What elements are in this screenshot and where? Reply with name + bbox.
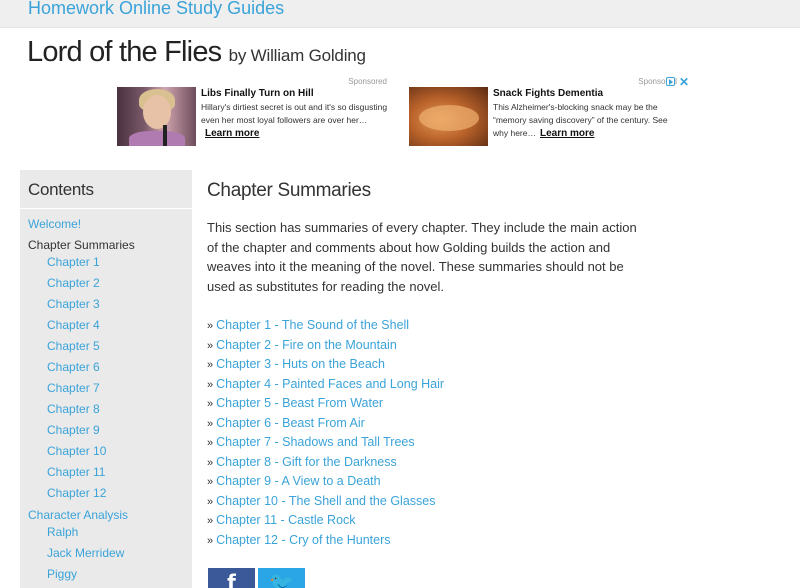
chapter-list-item: » Chapter 5 - Beast From Water [207,396,383,410]
page-title: Lord of the Flies by William Golding [27,36,366,69]
chapter-list-item: » Chapter 12 - Cry of the Hunters [207,533,391,547]
chapter-link-5[interactable]: Chapter 5 - Beast From Water [216,396,383,410]
ad-headline[interactable]: Snack Fights Dementia [493,88,603,99]
bullet-icon: » [207,456,214,469]
chapter-link-7[interactable]: Chapter 7 - Shadows and Tall Trees [216,435,415,449]
section-heading: Chapter Summaries [207,180,371,201]
chapter-list-item: » Chapter 8 - Gift for the Darkness [207,455,397,469]
chapter-link-1[interactable]: Chapter 1 - The Sound of the Shell [216,318,409,332]
sponsored-ad-2[interactable]: Sponsored ✕ Snack Fights Dementia This A… [409,75,689,147]
chapter-list-item: » Chapter 4 - Painted Faces and Long Hair [207,377,444,391]
chapter-list-item: » Chapter 3 - Huts on the Beach [207,357,385,371]
chapter-link-9[interactable]: Chapter 9 - A View to a Death [216,474,380,488]
bullet-icon: » [207,495,214,508]
sidebar-item-chapter-7[interactable]: Chapter 7 [47,381,100,395]
bullet-icon: » [207,398,214,410]
sidebar-item-chapter-6[interactable]: Chapter 6 [47,360,100,374]
chapter-link-3[interactable]: Chapter 3 - Huts on the Beach [216,357,385,371]
ad-body: Hillary's dirtiest secret is out and it'… [201,102,388,139]
sidebar-item-chapter-11[interactable]: Chapter 11 [47,465,105,479]
chapter-link-10[interactable]: Chapter 10 - The Shell and the Glasses [216,494,435,508]
contents-heading: Contents [28,180,94,199]
intro-paragraph: This section has summaries of every chap… [207,220,637,294]
sidebar-section-chapter-summaries: Chapter Summaries [28,238,135,252]
bullet-icon: » [207,339,214,352]
ad-body: This Alzheimer's-blocking snack may be t… [493,102,668,139]
bullet-icon: » [207,417,214,430]
contents-sidebar: Contents Welcome! Chapter Summaries Chap… [20,170,192,588]
twitter-share-button[interactable]: 🐦 [258,568,305,588]
site-title-link[interactable]: Homework Online Study Guides [28,0,284,19]
top-bar: Homework Online Study Guides [0,0,800,28]
sidebar-item-chapter-9[interactable]: Chapter 9 [47,423,100,437]
close-icon[interactable]: ✕ [679,75,689,89]
sidebar-item-chapter-2[interactable]: Chapter 2 [47,276,100,290]
sidebar-item-chapter-4[interactable]: Chapter 4 [47,318,100,332]
sidebar-item-chapter-12[interactable]: Chapter 12 [47,486,106,500]
chapter-link-2[interactable]: Chapter 2 - Fire on the Mountain [216,338,397,352]
sidebar-item-chapter-10[interactable]: Chapter 10 [47,444,106,458]
chapter-list-item: » Chapter 2 - Fire on the Mountain [207,338,397,352]
chapter-link-6[interactable]: Chapter 6 - Beast From Air [216,416,365,430]
twitter-icon: 🐦 [269,570,294,588]
bullet-icon: » [207,476,214,488]
sidebar-item-jack-merridew[interactable]: Jack Merridew [47,546,124,560]
book-author: by William Golding [228,46,366,65]
ad-image[interactable] [409,87,488,146]
ad-headline[interactable]: Libs Finally Turn on Hill [201,88,314,99]
facebook-icon: f [227,570,236,588]
sidebar-item-chapter-1[interactable]: Chapter 1 [47,255,100,269]
chapter-link-12[interactable]: Chapter 12 - Cry of the Hunters [216,533,390,547]
sponsored-label: Sponsored [348,77,387,86]
chapter-list-item: » Chapter 7 - Shadows and Tall Trees [207,435,415,449]
sidebar-item-welcome[interactable]: Welcome! [28,217,81,231]
chapter-list-item: » Chapter 6 - Beast From Air [207,416,365,430]
sidebar-item-piggy[interactable]: Piggy [47,567,77,581]
learn-more-link[interactable]: Learn more [205,128,259,139]
sponsored-ad-1[interactable]: Sponsored Libs Finally Turn on Hill Hill… [117,77,395,147]
divider [20,208,192,209]
chapter-list-item: » Chapter 9 - A View to a Death [207,474,381,488]
bullet-icon: » [207,534,214,547]
bullet-icon: » [207,378,214,391]
chapter-link-8[interactable]: Chapter 8 - Gift for the Darkness [216,455,397,469]
learn-more-link[interactable]: Learn more [540,128,594,139]
bullet-icon: » [207,437,214,449]
bullet-icon: » [207,359,214,371]
ad-image[interactable] [117,87,196,146]
sidebar-item-chapter-8[interactable]: Chapter 8 [47,402,100,416]
sidebar-item-ralph[interactable]: Ralph [47,525,78,539]
book-title: Lord of the Flies [27,36,222,68]
chapter-link-4[interactable]: Chapter 4 - Painted Faces and Long Hair [216,377,444,391]
chapter-link-11[interactable]: Chapter 11 - Castle Rock [216,513,355,527]
sidebar-item-chapter-5[interactable]: Chapter 5 [47,339,100,353]
sidebar-item-character-analysis[interactable]: Character Analysis [28,508,128,522]
chapter-list-item: » Chapter 11 - Castle Rock [207,513,356,527]
sidebar-item-chapter-3[interactable]: Chapter 3 [47,297,100,311]
chapter-list-item: » Chapter 1 - The Sound of the Shell [207,318,409,332]
chapter-list-item: » Chapter 10 - The Shell and the Glasses [207,494,435,508]
bullet-icon: » [207,320,214,332]
facebook-share-button[interactable]: f [208,568,255,588]
adchoices-icon[interactable] [666,77,675,86]
bullet-icon: » [207,515,214,527]
